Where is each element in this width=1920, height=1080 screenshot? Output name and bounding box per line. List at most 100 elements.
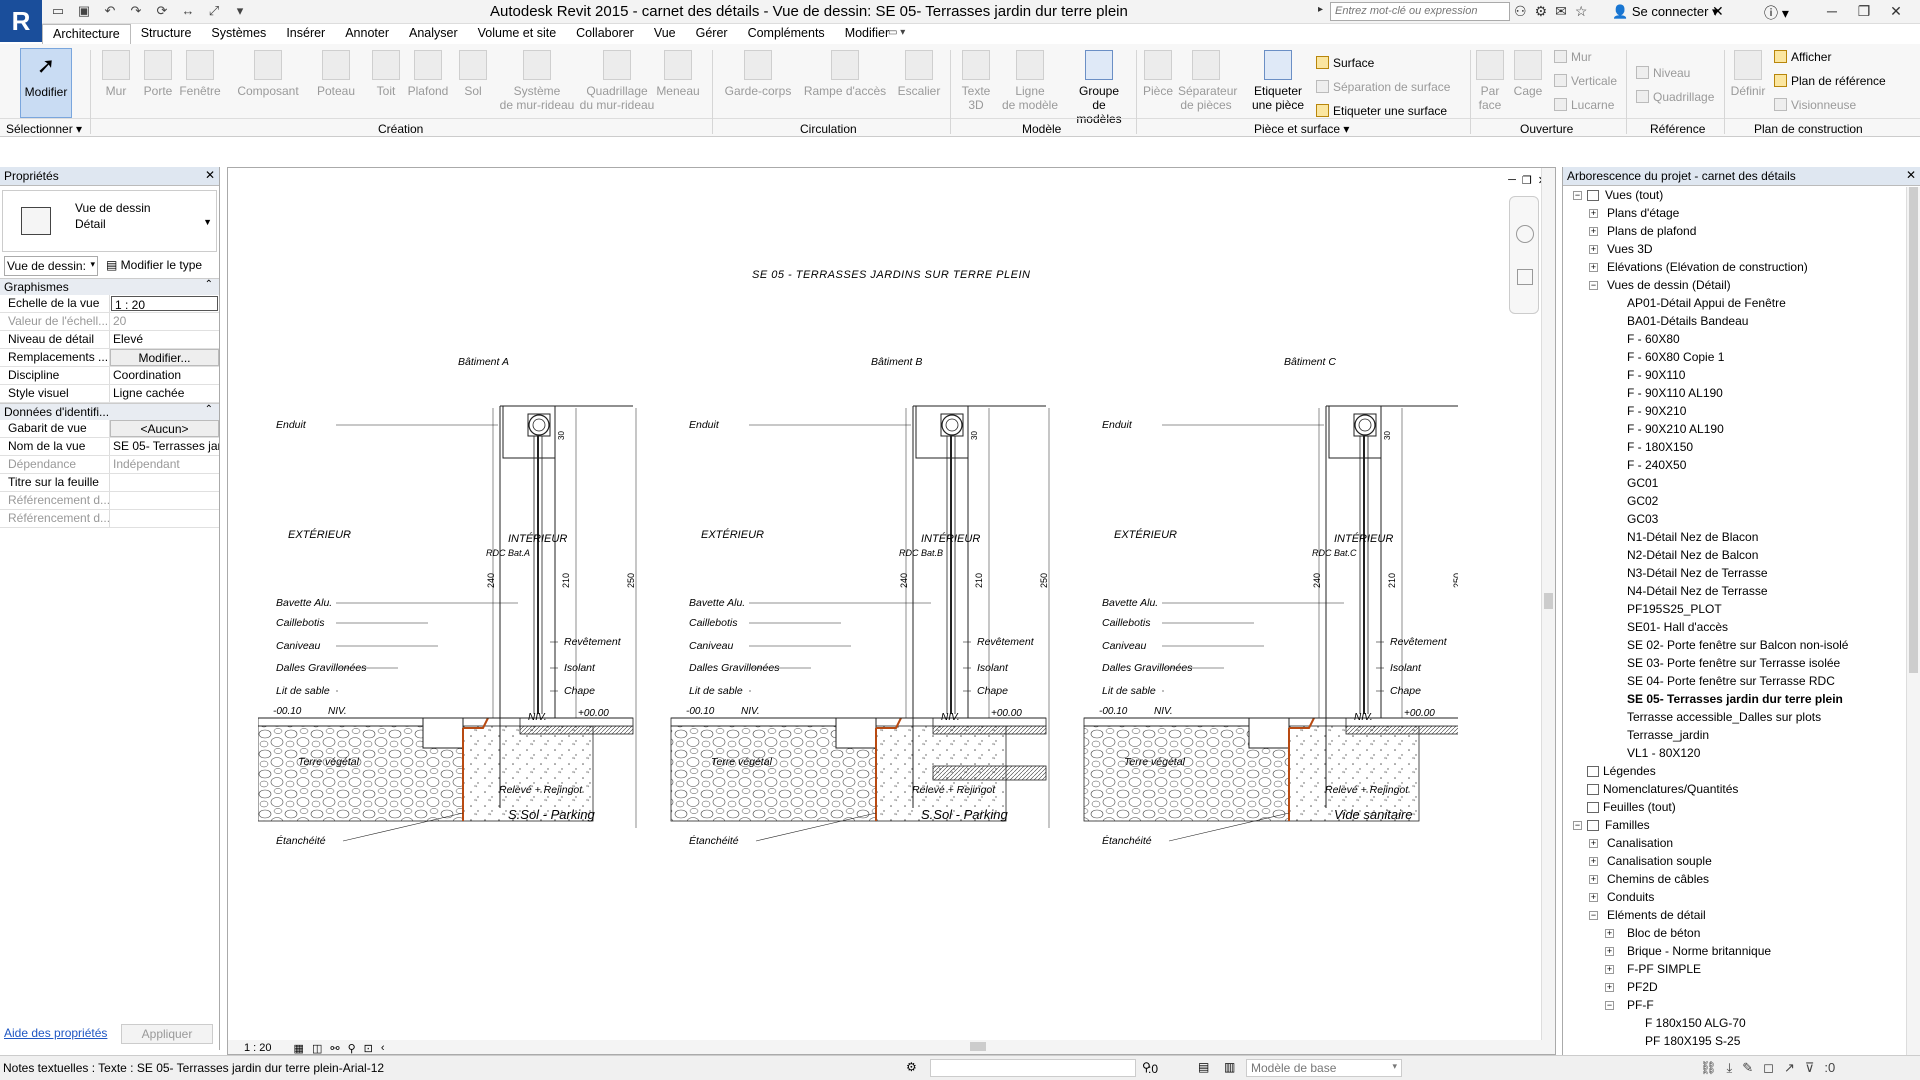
escalier-button[interactable]: Escalier xyxy=(894,50,944,98)
tree-item[interactable]: SE 05- Terrasses jardin dur terre plein xyxy=(1563,691,1903,709)
collapse-icon[interactable]: − xyxy=(1573,191,1582,200)
exchange-icon[interactable]: ✕ xyxy=(1712,3,1724,20)
porte-button[interactable]: Porte xyxy=(140,50,176,98)
tree-item[interactable]: PF195S25_PLOT xyxy=(1563,601,1903,619)
tree-item[interactable]: N4-Détail Nez de Terrasse xyxy=(1563,583,1903,601)
quadrillage-button[interactable]: Quadrillage xyxy=(1636,90,1714,104)
expand-icon[interactable]: + xyxy=(1589,893,1598,902)
surface-button[interactable]: Surface xyxy=(1316,56,1374,70)
tree-item[interactable]: F - 90X110 AL190 xyxy=(1563,385,1903,403)
ligne-button[interactable]: Ligne de modèle xyxy=(1000,50,1060,112)
section-graphismes[interactable]: Graphismes ⌃ xyxy=(0,278,219,295)
tree-item[interactable]: Feuilles (tout) xyxy=(1563,799,1903,817)
design-options-icon[interactable]: ▤ xyxy=(1198,1060,1209,1074)
tree-item[interactable]: N1-Détail Nez de Blacon xyxy=(1563,529,1903,547)
application-menu-button[interactable]: R xyxy=(0,0,42,42)
hide-elements-icon[interactable]: ⚯ xyxy=(330,1042,339,1055)
sol-button[interactable]: Sol xyxy=(455,50,491,98)
visionneuse-button[interactable]: Visionneuse xyxy=(1774,98,1856,112)
tree-item[interactable]: − Eléments de détail xyxy=(1563,907,1903,925)
tree-item[interactable]: + Elévations (Elévation de construction) xyxy=(1563,259,1903,277)
par-button[interactable]: Par face xyxy=(1474,50,1506,112)
section-donnees[interactable]: Données d'identifi... ⌃ xyxy=(0,403,219,420)
instance-filter-select[interactable]: Vue de dessin: ▾ xyxy=(4,256,98,276)
expand-icon[interactable]: + xyxy=(1589,263,1598,272)
vertical-scroll-thumb[interactable] xyxy=(1544,593,1553,609)
tab-inserer[interactable]: Insérer xyxy=(276,24,335,44)
qat-dropdown-icon[interactable]: ▾ xyxy=(232,3,248,19)
view-restore-icon[interactable]: ❐ xyxy=(1522,174,1532,187)
garde-corps-button[interactable]: Garde-corps xyxy=(722,50,794,98)
zoom-icon[interactable] xyxy=(1517,269,1533,285)
tree-item[interactable]: + Chemins de câbles xyxy=(1563,871,1903,889)
property-value[interactable]: 1 : 20 xyxy=(111,296,218,311)
tab-analyser[interactable]: Analyser xyxy=(399,24,468,44)
tree-item[interactable]: + Conduits xyxy=(1563,889,1903,907)
measure-icon[interactable]: ↔ xyxy=(180,3,196,19)
vertical-scrollbar[interactable] xyxy=(1541,168,1555,1043)
drag-elements-icon[interactable]: ↗ xyxy=(1784,1060,1795,1076)
tab-annoter[interactable]: Annoter xyxy=(335,24,399,44)
collapse-icon[interactable]: − xyxy=(1589,911,1598,920)
binoculars-icon[interactable]: ⚇ xyxy=(1514,3,1527,20)
tab-structure[interactable]: Structure xyxy=(131,24,202,44)
favorites-icon[interactable]: ☆ xyxy=(1575,3,1588,20)
expand-icon[interactable]: + xyxy=(1589,857,1598,866)
close-browser-icon[interactable]: ✕ xyxy=(1906,168,1916,182)
mur-button[interactable]: Mur xyxy=(94,50,138,98)
tree-item[interactable]: SE 02- Porte fenêtre sur Balcon non-isol… xyxy=(1563,637,1903,655)
group-piece-et-surface[interactable]: Pièce et surface ▾ xyxy=(1254,122,1349,136)
worksets-icon[interactable]: ⚙ xyxy=(906,1060,917,1074)
detail-level-icon[interactable]: ▦ xyxy=(294,1042,304,1055)
definir-button[interactable]: Définir xyxy=(1730,50,1766,98)
search-expand-icon[interactable]: ▸ xyxy=(1318,4,1323,15)
steering-wheel-icon[interactable] xyxy=(1516,225,1534,243)
tab-gerer[interactable]: Gérer xyxy=(686,24,738,44)
quadrillage-button[interactable]: Quadrillage du mur-rideau xyxy=(576,50,658,112)
composant-button[interactable]: Composant xyxy=(232,50,304,98)
tree-item[interactable]: N3-Détail Nez de Terrasse xyxy=(1563,565,1903,583)
chevron-down-icon[interactable]: ▼ xyxy=(203,217,212,227)
group-selectionner[interactable]: Sélectionner ▾ xyxy=(6,122,82,136)
close-icon[interactable]: ✕ xyxy=(1880,0,1912,22)
etiqueter-une-surface-button[interactable]: Etiqueter une surface xyxy=(1316,104,1447,118)
tree-item[interactable]: − Vues (tout) xyxy=(1563,187,1903,205)
tree-item[interactable]: SE 04- Porte fenêtre sur Terrasse RDC xyxy=(1563,673,1903,691)
lucarne-opening-button[interactable]: Lucarne xyxy=(1554,98,1614,112)
property-value[interactable]: Ligne cachée xyxy=(110,385,219,402)
separation-de-surface-button[interactable]: Séparation de surface xyxy=(1316,80,1450,94)
help-icon[interactable]: ⓘ ▾ xyxy=(1764,3,1789,23)
tree-item[interactable]: + F-PF SIMPLE xyxy=(1563,961,1903,979)
tree-item[interactable]: F - 60X80 Copie 1 xyxy=(1563,349,1903,367)
collapse-icon[interactable]: − xyxy=(1573,821,1582,830)
piece-button[interactable]: Pièce xyxy=(1138,50,1178,98)
property-value[interactable]: SE 05- Terrasses jar... xyxy=(110,438,219,455)
tree-item[interactable]: Terrasse_jardin xyxy=(1563,727,1903,745)
expand-icon[interactable]: + xyxy=(1589,227,1598,236)
collapse-icon[interactable]: ⌃ xyxy=(205,279,213,290)
browser-scroll-thumb[interactable] xyxy=(1909,187,1918,673)
tree-item[interactable]: N2-Détail Nez de Balcon xyxy=(1563,547,1903,565)
tab-systemes[interactable]: Systèmes xyxy=(201,24,276,44)
tab-options-icon[interactable]: ▭ ▾ xyxy=(888,27,905,38)
communication-icon[interactable]: ✉ xyxy=(1555,3,1567,20)
tree-item[interactable]: + Canalisation xyxy=(1563,835,1903,853)
property-value[interactable]: <Aucun> xyxy=(110,420,219,437)
afficher-button[interactable]: Afficher xyxy=(1774,50,1831,64)
browser-scrollbar[interactable] xyxy=(1906,187,1920,1055)
fenetre-button[interactable]: Fenêtre xyxy=(178,50,222,98)
niveau-button[interactable]: Niveau xyxy=(1636,66,1690,80)
poteau-button[interactable]: Poteau xyxy=(314,50,358,98)
tree-item[interactable]: BA01-Détails Bandeau xyxy=(1563,313,1903,331)
tree-item[interactable]: F 180x150 ALG-70 xyxy=(1563,1015,1903,1033)
tree-item[interactable]: − Familles xyxy=(1563,817,1903,835)
properties-help-link[interactable]: Aide des propriétés xyxy=(4,1026,107,1040)
tree-item[interactable]: PF 180X195 S-25 xyxy=(1563,1033,1903,1051)
tree-item[interactable]: GC03 xyxy=(1563,511,1903,529)
tree-item[interactable]: F - 90X210 xyxy=(1563,403,1903,421)
tree-item[interactable]: + Plans d'étage xyxy=(1563,205,1903,223)
expand-icon[interactable]: + xyxy=(1605,965,1614,974)
tree-item[interactable]: Terrasse accessible_Dalles sur plots xyxy=(1563,709,1903,727)
select-by-face-icon[interactable]: ◻ xyxy=(1763,1060,1774,1076)
modify-button[interactable]: ➚ Modifier xyxy=(20,48,72,118)
